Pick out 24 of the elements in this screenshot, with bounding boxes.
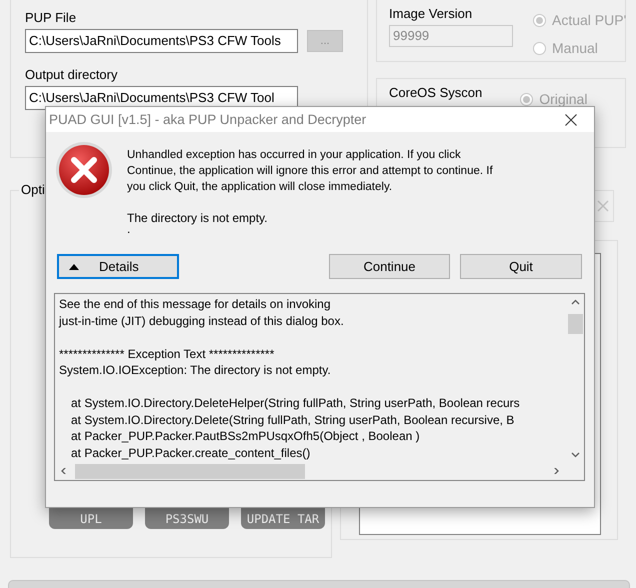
stack-trace-line: at System.IO.Directory.Delete(String fullPath, String userPath, Boolean recursive, B bbox=[70, 412, 516, 428]
error-suffix: . bbox=[127, 225, 130, 233]
field-label: Output directory bbox=[25, 67, 118, 82]
radio-label: Original bbox=[539, 91, 588, 107]
dialog-title: PUAD GUI [v1.5] - aka PUP Unpacker and Decrypter bbox=[49, 112, 366, 127]
stack-trace-line: at System.IO.Directory.DeleteHelper(String fullPath, String userPath, Boolean recurs bbox=[70, 395, 521, 412]
error-detail: The directory is not empty. bbox=[127, 211, 268, 225]
group-label: Image Version bbox=[389, 6, 474, 21]
error-message: Unhandled exception has occurred in your application. If you click Continue, the application will ignore this error and attempt to continue. If you click Quit, the application will close immediately. bbox=[127, 148, 494, 195]
details-text-line: See the end of this message for details on invoking bbox=[59, 296, 332, 312]
group-label: CoreOS Syscon bbox=[389, 85, 482, 100]
field-label: PUP File bbox=[25, 10, 78, 25]
radio-label: Manual bbox=[552, 40, 598, 56]
pup-file-field[interactable]: C:\Users\JaRni\Documents\PS3 CFW Tools bbox=[25, 29, 298, 53]
details-button[interactable]: Details bbox=[57, 254, 179, 279]
stack-trace-line: at Packer_PUP.Packer.create_content_files() bbox=[70, 444, 312, 461]
details-text-line: ************** Exception Text ************** bbox=[59, 346, 276, 362]
quit-button[interactable]: Quit bbox=[460, 254, 582, 279]
group-label: Opti bbox=[19, 182, 47, 197]
stack-trace-line: at Packer_PUP.Packer.PautBSs2mPUsqxOfh5(Object , Boolean ) bbox=[70, 428, 421, 444]
continue-button[interactable]: Continue bbox=[329, 254, 450, 279]
details-text-line: just-in-time (JIT) debugging instead of this dialog box. bbox=[59, 312, 345, 329]
radio-label: Actual PUP' bbox=[552, 12, 626, 28]
details-text-line: System.IO.IOException: The directory is not empty. bbox=[59, 362, 332, 378]
